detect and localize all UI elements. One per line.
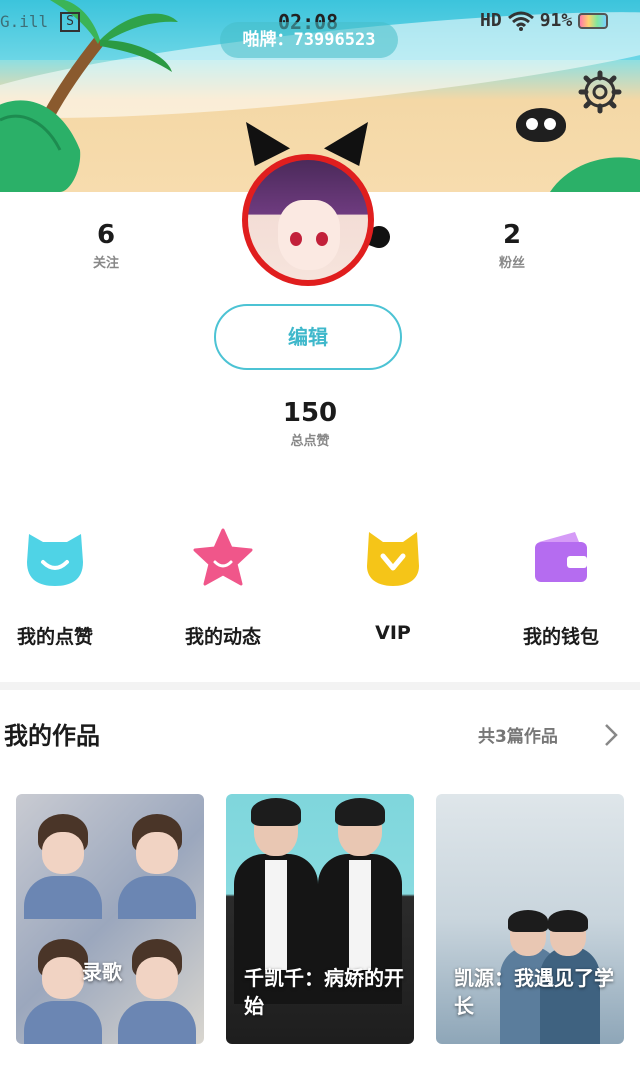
status-right: HD 91%	[480, 10, 609, 31]
s-badge-icon: S	[60, 12, 80, 32]
tile-jacket	[118, 876, 196, 919]
figure-hair	[548, 910, 588, 932]
tile-face	[42, 957, 84, 999]
fans-stat[interactable]: 2 粉丝	[472, 220, 552, 271]
black-creature-illustration	[516, 108, 566, 142]
work-card-title: 凯源：我遇见了学长	[454, 966, 614, 1018]
avatar-eye-right	[316, 232, 328, 246]
works-count-link[interactable]: 共3篇作品	[478, 722, 558, 747]
settings-gear-icon[interactable]	[578, 70, 622, 114]
vip-button[interactable]: VIP	[328, 528, 458, 644]
avatar-ring	[242, 154, 374, 286]
signal-indicator: G.ill	[0, 12, 49, 31]
work-card[interactable]: 凯源：我遇见了学长	[436, 794, 624, 1044]
avatar-eye-left	[290, 232, 302, 246]
card-photo-tile	[110, 794, 204, 919]
tile-jacket	[24, 876, 102, 919]
vip-badge-icon	[367, 532, 419, 586]
tile-face	[42, 832, 84, 874]
follow-count: 6	[96, 220, 116, 250]
battery-percent: 91%	[539, 10, 573, 31]
section-divider	[0, 682, 640, 690]
edit-profile-button[interactable]: 编辑	[214, 304, 402, 370]
figure-hair	[508, 910, 548, 932]
chevron-right-icon[interactable]	[600, 722, 622, 748]
figure-shirt	[349, 860, 371, 970]
quick-actions: 我的点赞 我的动态 VIP 我的钱包	[0, 528, 640, 648]
work-card-title: 录歌	[82, 960, 122, 984]
star-icon	[193, 528, 253, 586]
wifi-icon	[507, 11, 534, 31]
work-card-title: 千凯千：病娇的开始	[244, 966, 404, 1018]
avatar-face	[278, 200, 340, 270]
leaf-illustration	[550, 157, 640, 192]
work-card[interactable]: 千凯千：病娇的开始	[226, 794, 414, 1044]
total-likes-stat: 150 总点赞	[260, 398, 360, 449]
my-works-title: 我的作品	[4, 722, 100, 750]
my-likes-label: 我的点赞	[16, 626, 93, 648]
cat-face-icon	[27, 534, 83, 586]
card-photo-tile	[16, 794, 110, 919]
figure-shirt	[265, 860, 287, 970]
battery-icon	[578, 12, 609, 29]
tile-jacket	[118, 1001, 196, 1044]
figure-hair	[251, 798, 301, 826]
tile-jacket	[24, 1001, 102, 1044]
total-likes-label: 总点赞	[290, 434, 330, 449]
my-wallet-label: 我的钱包	[522, 626, 599, 648]
wallet-icon	[535, 532, 587, 582]
my-likes-button[interactable]: 我的点赞	[0, 528, 120, 649]
my-wallet-button[interactable]: 我的钱包	[496, 528, 626, 649]
tile-face	[136, 832, 178, 874]
vip-label: VIP	[375, 622, 411, 644]
follow-stat[interactable]: 6 关注	[66, 220, 146, 271]
user-id-badge: 啪牌：73996523	[220, 22, 398, 58]
my-posts-button[interactable]: 我的动态	[158, 528, 288, 649]
avatar[interactable]	[236, 122, 396, 286]
fans-label: 粉丝	[498, 256, 525, 271]
my-posts-label: 我的动态	[184, 626, 261, 648]
work-card[interactable]: 录歌	[16, 794, 204, 1044]
figure-hair	[335, 798, 385, 826]
hd-indicator: HD	[480, 10, 502, 31]
total-likes-count: 150	[282, 398, 338, 428]
follow-label: 关注	[92, 256, 119, 271]
fans-count: 2	[502, 220, 522, 250]
avatar-image	[248, 160, 368, 280]
